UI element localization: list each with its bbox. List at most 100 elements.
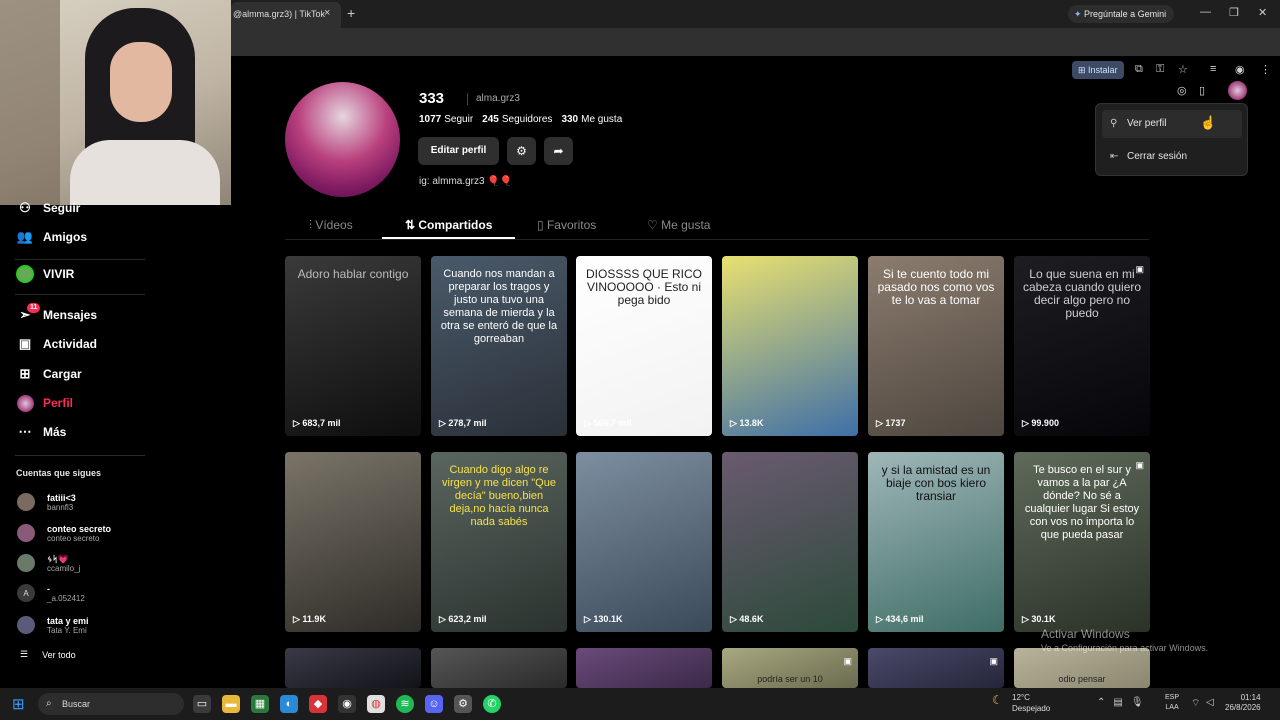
whatsapp-icon[interactable]: ✆ (483, 695, 501, 713)
profile-bio: ig: almma.grz3 🎈🎈 (419, 176, 513, 187)
following-account[interactable]: A - _a.052412 (17, 580, 85, 606)
friends-icon: 👥 (16, 229, 34, 244)
edit-profile-button[interactable]: Editar perfil (418, 137, 499, 165)
app-icon[interactable]: ◆ (309, 695, 327, 713)
video-tile[interactable]: Cuando nos mandan a preparar los tragos … (431, 256, 567, 436)
tab-label: Vídeos (315, 218, 353, 232)
account-avatar[interactable] (1228, 81, 1247, 100)
sidebar-item-live[interactable]: VIVIR (15, 264, 74, 284)
video-tile[interactable]: Te busco en el sur y vamos a la par ¿A d… (1014, 452, 1150, 632)
video-caption: podría ser un 10 (757, 674, 823, 684)
gemini-button[interactable]: ✦ Pregúntale a Gemini (1068, 5, 1175, 23)
view-profile-menu-item[interactable]: ⚲ Ver perfil (1102, 110, 1242, 138)
weather-widget[interactable]: ☾ 12°C Despejado (992, 692, 1050, 714)
maximize-icon[interactable]: ❐ (1229, 6, 1239, 19)
following-stat[interactable]: 1077 Seguir (419, 114, 473, 125)
tab-likes[interactable]: ♡ Me gusta (647, 218, 710, 232)
tray-app-icon[interactable]: ▤ (1113, 697, 1122, 708)
video-tile[interactable]: podría ser un 10 ▣ (722, 648, 858, 688)
lang-bottom: LAA (1165, 704, 1179, 711)
sidebar-item-more[interactable]: ⋯ Más (15, 422, 67, 442)
translate-icon[interactable]: ⧉ (1135, 63, 1143, 76)
view-count: ▷ 13.8K (730, 418, 763, 429)
following-account[interactable]: fatiii<3 bannfl3 (17, 489, 76, 515)
spotify-icon[interactable]: ≋ (396, 695, 414, 713)
store-icon[interactable]: ▦ (251, 695, 269, 713)
volume-icon[interactable]: ◁ (1206, 697, 1214, 708)
profile-icon[interactable]: ◉ (1235, 63, 1245, 76)
task-view-icon[interactable]: ▭ (193, 695, 211, 713)
bookmark-star-icon[interactable]: ☆ (1178, 63, 1188, 76)
minimize-icon[interactable]: — (1200, 6, 1211, 18)
settings-icon[interactable]: ⚙ (454, 695, 472, 713)
video-tile[interactable]: ▷ 48.6K (722, 452, 858, 632)
view-count: ▷ 99.900 (1022, 418, 1059, 429)
following-account[interactable]: conteo secreto conteo secreto (17, 520, 111, 546)
password-key-icon[interactable]: ⚿ (1156, 63, 1164, 76)
phone-icon[interactable]: ▯ (1199, 84, 1205, 97)
video-tile[interactable]: Si te cuento todo mi pasado nos como vos… (868, 256, 1004, 436)
sidebar-item-activity[interactable]: ▣ Actividad (15, 334, 97, 354)
tray-overflow-icon[interactable]: ⌃ (1097, 697, 1105, 708)
settings-gear-icon[interactable]: ⚙ (507, 137, 536, 165)
sidebar-item-friends[interactable]: 👥 Amigos (15, 227, 87, 247)
video-tile[interactable]: ▷ 11.9K (285, 452, 421, 632)
discord-icon[interactable]: ☺ (425, 695, 443, 713)
tab-favorites[interactable]: ▯ Favoritos (537, 218, 596, 232)
view-count-value: 623,2 mil (448, 614, 487, 624)
sidebar-item-profile[interactable]: Perfil (15, 393, 73, 413)
network-icon[interactable]: ⌔ (1191, 697, 1200, 710)
video-tile[interactable]: ▷ 130.1K (576, 452, 712, 632)
chrome-icon[interactable]: ◍ (367, 695, 385, 713)
more-icon: ⋯ (18, 424, 32, 439)
view-count-value: 683,7 mil (302, 418, 341, 428)
close-tab-icon[interactable]: × (324, 7, 330, 19)
repost-icon: ⇅ (405, 218, 419, 232)
share-icon[interactable]: ➦ (544, 137, 573, 165)
video-tile[interactable]: odio pensar (1014, 648, 1150, 688)
video-tile[interactable]: Cuando digo algo re virgen y me dicen "Q… (431, 452, 567, 632)
gemini-label: Pregúntale a Gemini (1084, 9, 1167, 19)
video-tile[interactable] (285, 648, 421, 688)
tab-reposts[interactable]: ⇅ Compartidos (405, 218, 492, 232)
video-tile[interactable]: ▷ 13.8K (722, 256, 858, 436)
logout-menu-item[interactable]: ⇤ Cerrar sesión (1102, 143, 1242, 171)
obs-icon[interactable]: ◉ (338, 695, 356, 713)
microphone-icon[interactable]: 🎙 (1131, 697, 1144, 708)
see-all-link[interactable]: ☰ Ver todo (20, 649, 76, 660)
new-tab-button[interactable]: + (347, 5, 355, 21)
chrome-menu-icon[interactable]: ⋮ (1260, 63, 1271, 76)
taskbar-search[interactable]: ⌕ Buscar (38, 693, 184, 715)
video-tile[interactable]: y si la amistad es un biaje con bos kier… (868, 452, 1004, 632)
compass-icon[interactable]: ◎ (1177, 84, 1187, 97)
following-account[interactable]: tata y emi Tata Y. Emi (17, 612, 89, 638)
tab-videos[interactable]: ⫶ Vídeos (309, 218, 353, 233)
file-explorer-icon[interactable]: ▬ (222, 695, 240, 713)
see-all-label: Ver todo (42, 649, 76, 660)
video-tile[interactable] (431, 648, 567, 688)
video-caption: Cuando digo algo re virgen y me dicen "Q… (442, 464, 556, 528)
windows-start-icon[interactable]: ⊞ (12, 695, 25, 713)
video-tile[interactable]: ▣ (868, 648, 1004, 688)
sidebar-item-following[interactable]: ⚇ Seguir (15, 198, 80, 218)
video-tile[interactable]: Adoro hablar contigo ▷ 683,7 mil (285, 256, 421, 436)
followers-stat[interactable]: 245 Seguidores (482, 114, 552, 125)
multi-photo-icon: ▣ (843, 656, 852, 666)
profile-avatar-icon (15, 394, 35, 412)
install-app-button[interactable]: ⊞ Instalar (1072, 61, 1124, 79)
time: 01:14 (1240, 693, 1261, 702)
video-tile[interactable] (576, 648, 712, 688)
close-window-icon[interactable]: ✕ (1258, 6, 1267, 19)
following-account[interactable]: ᛃᛋ💗 ccamilo_j (17, 550, 80, 576)
video-caption: y si la amistad es un biaje con bos kier… (881, 463, 991, 503)
language-indicator[interactable]: ESP LAA (1165, 693, 1179, 713)
media-controls-icon[interactable]: ≡ (1210, 63, 1216, 75)
clock[interactable]: 01:14 26/8/2026 (1225, 693, 1261, 713)
video-tile[interactable]: DIOSSSS QUE RICO VINOOOOO · Esto ni pega… (576, 256, 712, 436)
profile-avatar[interactable] (285, 82, 400, 197)
video-tile[interactable]: Lo que suena en mi cabeza cuando quiero … (1014, 256, 1150, 436)
sidebar-item-messages[interactable]: ➣ 11 Mensajes (15, 303, 97, 325)
sidebar-item-upload[interactable]: ⊞ Cargar (15, 364, 82, 384)
edge-icon[interactable]: ◐ (280, 695, 298, 713)
followers-count: 245 (482, 114, 499, 125)
